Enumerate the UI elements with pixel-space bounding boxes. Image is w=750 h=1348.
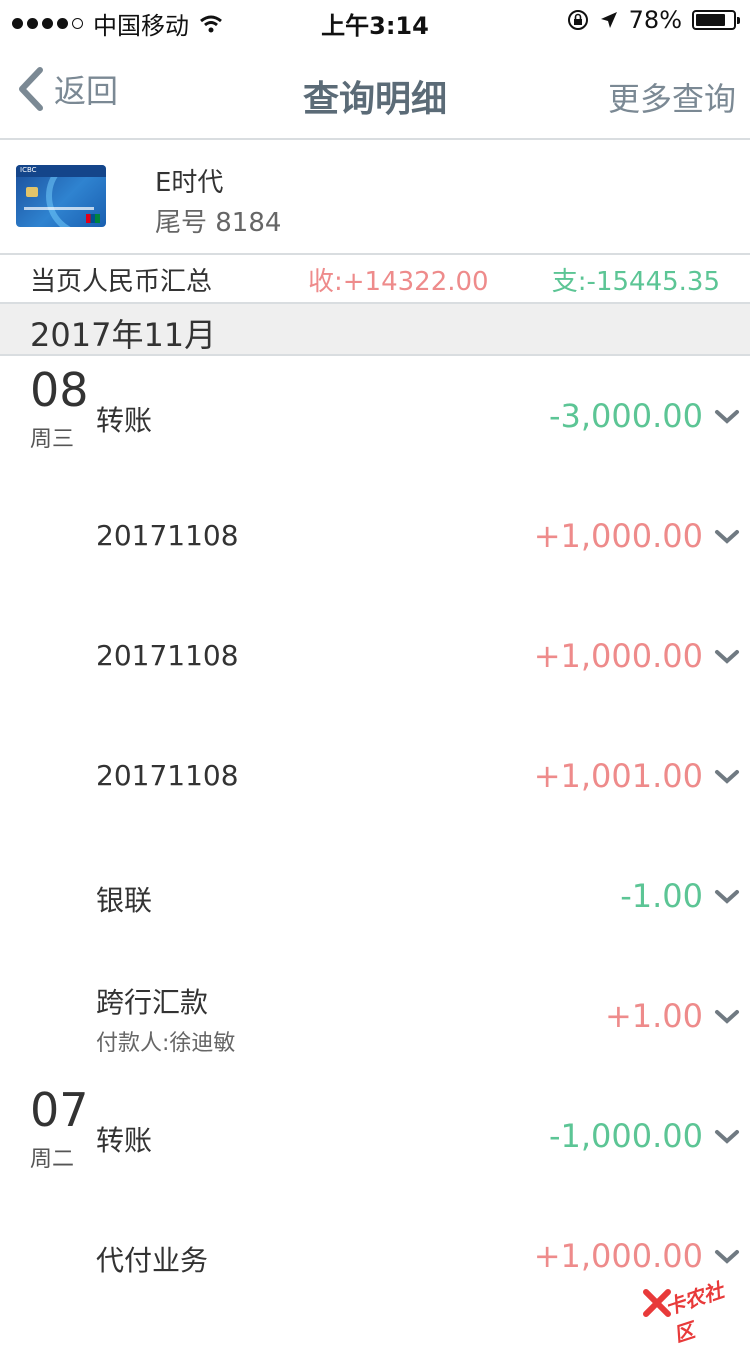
navigation-bar: 返回 查询明细 更多查询: [0, 40, 750, 140]
chevron-down-icon[interactable]: [714, 649, 740, 665]
watermark-text: 卡农社区: [662, 1278, 727, 1348]
chevron-down-icon[interactable]: [714, 889, 740, 905]
status-bar: 中国移动 上午3:14 78%: [0, 0, 750, 40]
transaction-description: 转账: [96, 404, 153, 437]
chevron-down-icon[interactable]: [714, 409, 740, 425]
weekday-label: 周三: [30, 427, 75, 452]
card-chip: [26, 187, 38, 197]
transaction-amount: -1,000.00: [548, 1117, 703, 1155]
page-summary: 当页人民币汇总 收:+14322.00 支:-15445.35: [0, 255, 750, 304]
orientation-lock-icon: [567, 10, 588, 30]
account-name: E时代: [155, 168, 224, 198]
transaction-description: 银联: [96, 884, 153, 917]
battery-percent: 78%: [628, 6, 682, 34]
weekday-label: 周二: [30, 1147, 75, 1172]
status-right: 78%: [567, 6, 740, 34]
transaction-row[interactable]: 20171108 +1,000.00: [0, 597, 750, 717]
chevron-down-icon[interactable]: [714, 769, 740, 785]
more-query-button[interactable]: 更多查询: [608, 74, 736, 120]
transaction-row[interactable]: 代付业务 +1,000.00: [0, 1197, 750, 1317]
month-label: 2017年11月: [30, 316, 217, 354]
transaction-amount: +1.00: [604, 997, 703, 1035]
transaction-description: 跨行汇款: [96, 986, 209, 1019]
account-header: ICBC E时代 尾号 8184: [0, 140, 750, 255]
card-logo-text: ICBC: [20, 166, 37, 174]
transaction-row[interactable]: 20171108 +1,001.00: [0, 717, 750, 837]
location-arrow-icon: [600, 12, 617, 28]
payer-name: 付款人:徐迪敏: [96, 1031, 236, 1056]
battery-icon: [692, 10, 740, 30]
transaction-amount: -1.00: [620, 877, 703, 915]
transaction-description: 20171108: [96, 639, 239, 672]
transaction-row[interactable]: 08 周三 转账 -3,000.00: [0, 357, 750, 477]
transaction-row[interactable]: 银联 -1.00: [0, 837, 750, 957]
summary-label: 当页人民币汇总: [30, 267, 213, 297]
month-header: 2017年11月: [0, 304, 750, 356]
bank-card-image: ICBC: [16, 165, 106, 227]
transaction-amount: -3,000.00: [548, 397, 703, 435]
transaction-description: 转账: [96, 1124, 153, 1157]
transaction-description: 20171108: [96, 759, 239, 792]
transaction-amount: +1,001.00: [533, 757, 703, 795]
summary-income: 收:+14322.00: [308, 267, 489, 297]
chevron-down-icon[interactable]: [714, 529, 740, 545]
chevron-down-icon[interactable]: [714, 1249, 740, 1265]
chevron-down-icon[interactable]: [714, 1009, 740, 1025]
chevron-down-icon[interactable]: [714, 1129, 740, 1145]
transaction-row[interactable]: 07 周二 转账 -1,000.00: [0, 1077, 750, 1197]
transaction-description: 代付业务: [96, 1244, 209, 1277]
transaction-amount: +1,000.00: [533, 517, 703, 555]
transaction-amount: +1,000.00: [533, 637, 703, 675]
unionpay-logo-icon: [86, 214, 100, 223]
transaction-row[interactable]: 20171108 +1,000.00: [0, 477, 750, 597]
watermark-logo: 卡农社区: [642, 1270, 742, 1347]
transaction-row[interactable]: 跨行汇款 付款人:徐迪敏 +1.00: [0, 957, 750, 1077]
transaction-description: 20171108: [96, 519, 239, 552]
day-number: 07: [30, 1083, 89, 1137]
summary-expense: 支:-15445.35: [551, 267, 720, 297]
day-number: 08: [30, 363, 89, 417]
account-tail-number: 尾号 8184: [155, 208, 282, 238]
